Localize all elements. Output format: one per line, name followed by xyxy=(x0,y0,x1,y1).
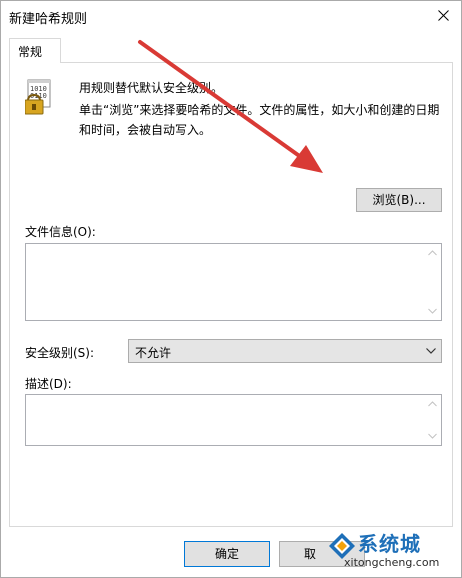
scroll-up-icon[interactable] xyxy=(428,401,437,407)
close-icon xyxy=(438,10,449,21)
rule-instructions: 单击“浏览”来选择要哈希的文件。文件的属性，如大小和创建的日期和时间，会被自动写… xyxy=(79,103,440,137)
security-level-select[interactable]: 不允许 xyxy=(128,339,442,363)
certificate-binary-lock-icon: 1010 0110 xyxy=(25,79,51,115)
scroll-down-icon[interactable] xyxy=(428,308,437,314)
rule-heading: 用规则替代默认安全级别。 xyxy=(79,81,224,95)
chevron-down-icon xyxy=(426,348,436,354)
security-level-value: 不允许 xyxy=(135,346,172,360)
description-field[interactable] xyxy=(25,394,442,446)
cancel-button[interactable]: 取 xyxy=(279,541,365,567)
tab-general-label: 常规 xyxy=(18,45,43,59)
browse-button[interactable]: 浏览(B)... xyxy=(356,188,442,212)
new-hash-rule-dialog: 新建哈希规则 常规 1010 0110 用规则替代默认安全级别。 单击“浏览”来… xyxy=(0,0,462,578)
scroll-up-icon[interactable] xyxy=(428,250,437,256)
title-bar: 新建哈希规则 xyxy=(1,1,461,31)
description-label: 描述(D): xyxy=(25,377,72,391)
window-title: 新建哈希规则 xyxy=(9,12,88,27)
scroll-down-icon[interactable] xyxy=(428,433,437,439)
file-info-field[interactable] xyxy=(25,243,442,321)
close-button[interactable] xyxy=(427,1,461,31)
security-level-label: 安全级别(S): xyxy=(25,346,95,360)
file-info-label: 文件信息(O): xyxy=(25,225,96,239)
file-info-scrollbar[interactable] xyxy=(424,244,441,320)
ok-button[interactable]: 确定 xyxy=(184,541,270,567)
description-scrollbar[interactable] xyxy=(424,395,441,445)
tab-general[interactable]: 常规 xyxy=(9,38,61,63)
